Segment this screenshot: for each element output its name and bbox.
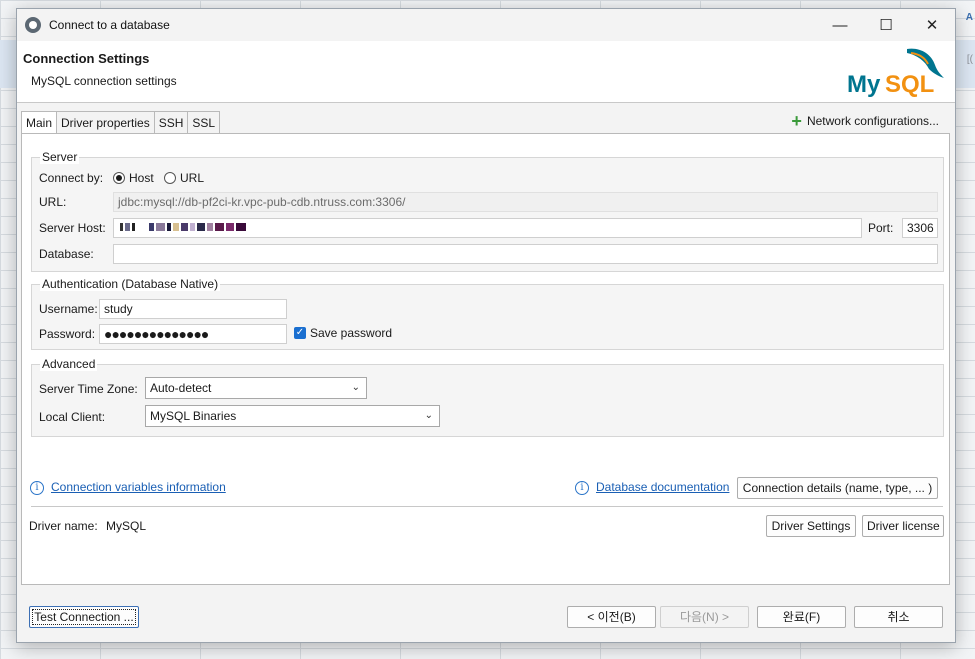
server-time-zone-label: Server Time Zone: <box>39 382 138 396</box>
tab-main[interactable]: Main <box>21 111 58 134</box>
tab-ssh[interactable]: SSH <box>153 111 189 133</box>
server-legend: Server <box>40 150 80 164</box>
back-button[interactable]: < 이전(B) <box>567 606 656 628</box>
connection-details-button[interactable]: Connection details (name, type, ... ) <box>737 477 938 499</box>
save-password-label[interactable]: Save password <box>310 326 392 340</box>
chevron-down-icon: ⌄ <box>424 410 433 421</box>
network-configurations-label: Network configurations... <box>806 114 939 128</box>
separator <box>31 506 943 507</box>
password-input[interactable]: ●●●●●●●●●●●●●● <box>99 324 287 344</box>
background-column-marker: A <box>965 12 973 23</box>
port-input[interactable]: 3306 <box>902 218 938 238</box>
password-label: Password: <box>39 327 96 341</box>
server-group: Server Connect by: Host URL URL: jdbc:my… <box>31 150 944 272</box>
save-password-checkbox[interactable]: ✓ <box>294 327 306 339</box>
redacted-host-value <box>120 223 246 231</box>
app-icon <box>25 17 41 33</box>
svg-text:SQL: SQL <box>885 71 934 98</box>
info-icon: i <box>30 481 44 495</box>
cancel-button[interactable]: 취소 <box>854 606 943 628</box>
close-icon[interactable]: ✕ <box>909 9 955 41</box>
finish-button[interactable]: 완료(F) <box>757 606 846 628</box>
dialog-header: Connection Settings MySQL connection set… <box>17 41 955 103</box>
header-subtitle: MySQL connection settings <box>31 74 177 88</box>
driver-license-button[interactable]: Driver license <box>862 515 944 537</box>
authentication-group: Authentication (Database Native) Usernam… <box>31 277 944 350</box>
chevron-down-icon: ⌄ <box>351 382 360 393</box>
database-input[interactable] <box>113 244 938 264</box>
host-radio[interactable] <box>113 172 125 184</box>
driver-name-label: Driver name: <box>29 519 98 533</box>
tab-bar: Main Driver properties SSH SSL <box>21 111 221 134</box>
local-client-value: MySQL Binaries <box>150 409 237 423</box>
database-documentation-link[interactable]: Database documentation <box>596 480 729 494</box>
network-configurations-button[interactable]: + Network configurations... <box>791 111 939 131</box>
database-label: Database: <box>39 247 94 261</box>
driver-name-value: MySQL <box>106 519 147 533</box>
server-host-label: Server Host: <box>39 221 106 235</box>
port-label: Port: <box>868 221 894 235</box>
server-time-zone-select[interactable]: Auto-detect ⌄ <box>145 377 367 399</box>
title-bar: Connect to a database — ☐ ✕ <box>17 9 955 41</box>
svg-text:My: My <box>847 71 881 98</box>
url-field: jdbc:mysql://db-pf2ci-kr.vpc-pub-cdb.ntr… <box>113 192 938 212</box>
advanced-legend: Advanced <box>40 357 98 371</box>
test-connection-button[interactable]: Test Connection ... <box>29 606 139 628</box>
driver-settings-button[interactable]: Driver Settings <box>766 515 856 537</box>
server-time-zone-value: Auto-detect <box>150 381 212 395</box>
advanced-group: Advanced Server Time Zone: Auto-detect ⌄… <box>31 357 944 437</box>
url-radio[interactable] <box>164 172 176 184</box>
username-input[interactable]: study <box>99 299 287 319</box>
local-client-select[interactable]: MySQL Binaries ⌄ <box>145 405 440 427</box>
tab-driver-properties[interactable]: Driver properties <box>56 111 155 133</box>
main-tab-content: Server Connect by: Host URL URL: jdbc:my… <box>21 133 950 585</box>
tab-ssl[interactable]: SSL <box>187 111 221 133</box>
plus-icon: + <box>791 111 802 131</box>
connect-by-label: Connect by: <box>39 171 104 185</box>
server-host-input[interactable] <box>113 218 862 238</box>
maximize-icon[interactable]: ☐ <box>863 9 909 41</box>
mysql-logo: My SQL <box>847 48 944 98</box>
header-title: Connection Settings <box>23 51 150 66</box>
local-client-label: Local Client: <box>39 410 106 424</box>
info-icon: i <box>575 481 589 495</box>
url-option-label[interactable]: URL <box>180 171 204 185</box>
connection-variables-link[interactable]: Connection variables information <box>51 480 226 494</box>
username-label: Username: <box>39 302 98 316</box>
host-option-label[interactable]: Host <box>129 171 154 185</box>
window-title: Connect to a database <box>49 18 170 32</box>
url-label: URL: <box>39 195 67 209</box>
next-button[interactable]: 다음(N) > <box>660 606 749 628</box>
authentication-legend: Authentication (Database Native) <box>40 277 221 291</box>
minimize-icon[interactable]: — <box>817 9 863 41</box>
background-cell-marker: [( <box>966 54 973 65</box>
connect-dialog: Connect to a database — ☐ ✕ Connection S… <box>16 8 956 643</box>
